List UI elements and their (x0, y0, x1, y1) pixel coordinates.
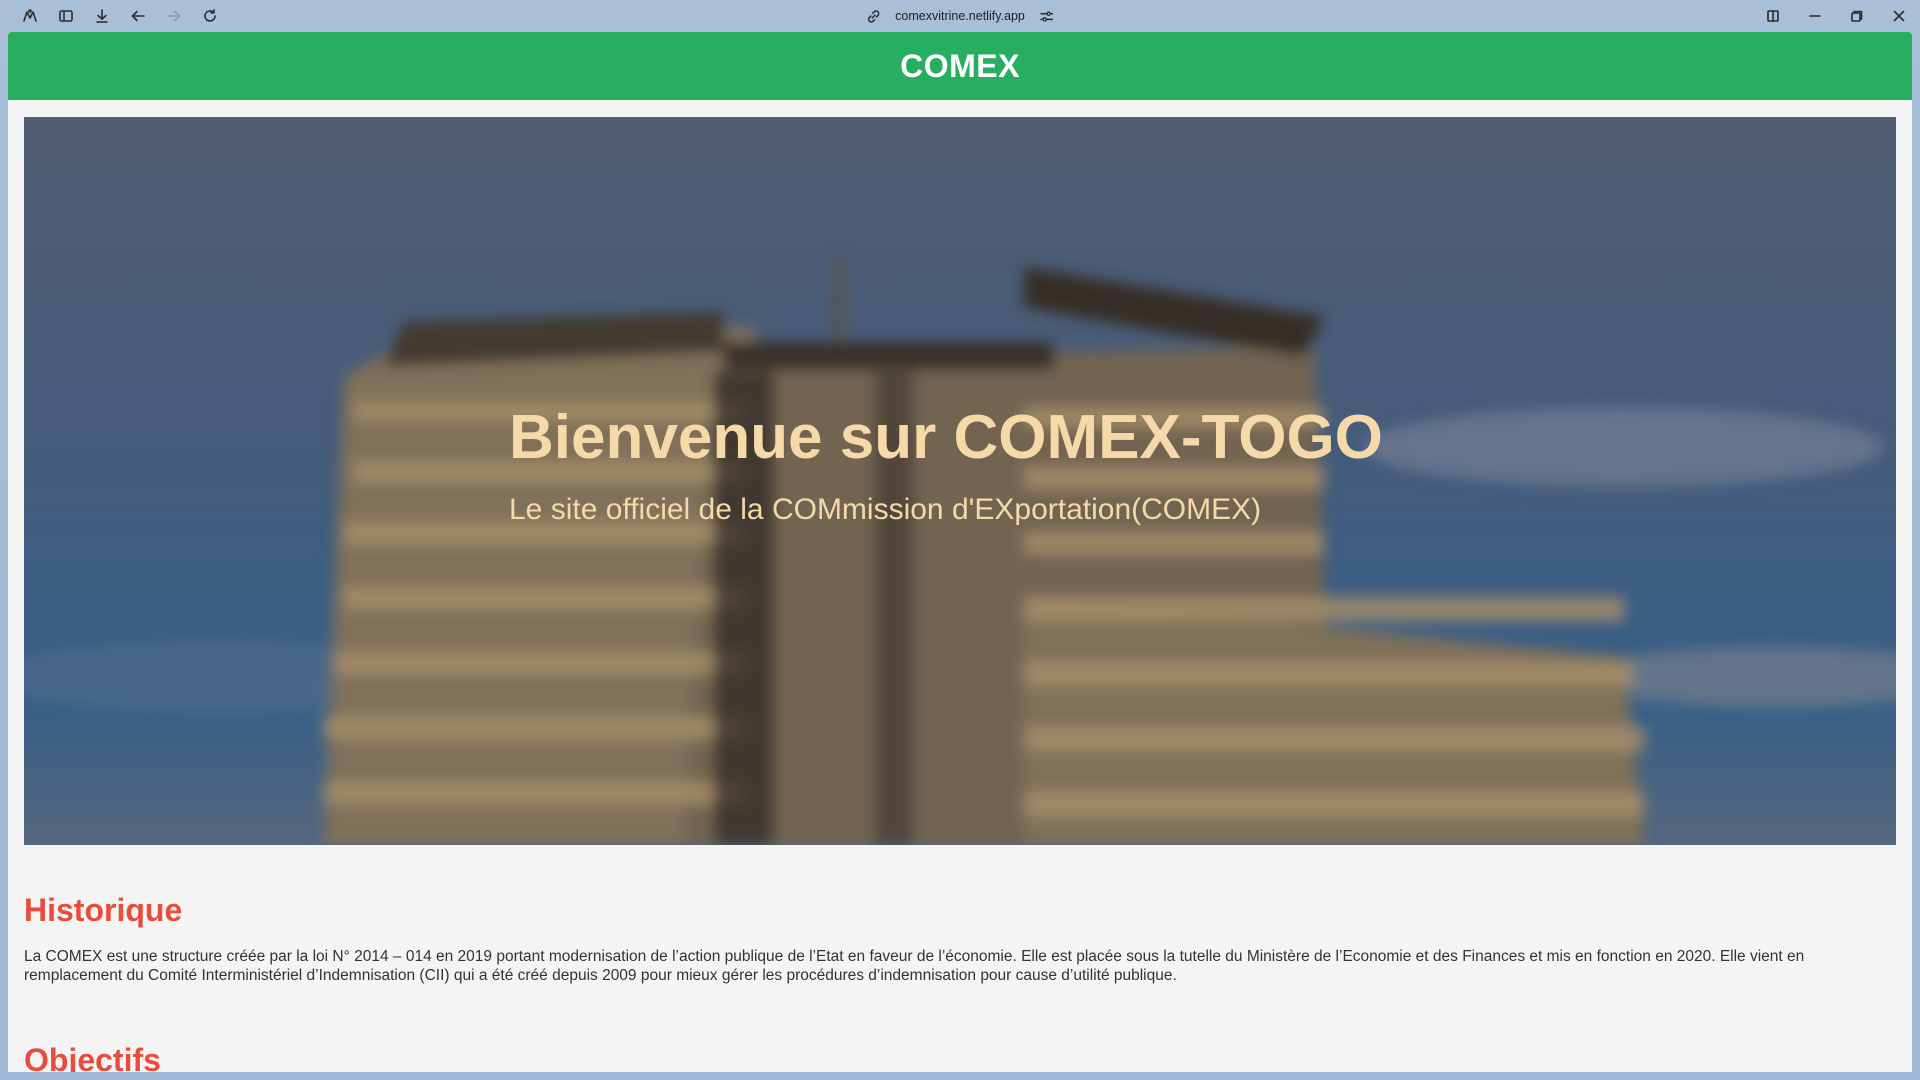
section-heading-objectifs: Objectifs (24, 1042, 161, 1072)
section-heading-historique: Historique (24, 892, 183, 928)
url-text[interactable]: comexvitrine.netlify.app (895, 9, 1025, 23)
historique-section: Historique La COMEX est une structure cr… (24, 892, 1896, 985)
workspaces-icon[interactable] (12, 0, 48, 32)
reload-icon[interactable] (192, 0, 228, 32)
back-arrow-icon[interactable] (120, 0, 156, 32)
hero-text-block: Bienvenue sur COMEX-TOGO Le site officie… (509, 407, 1383, 527)
close-icon[interactable] (1878, 0, 1920, 32)
sidebar-toggle-icon[interactable] (48, 0, 84, 32)
site-header: COMEX (8, 32, 1912, 100)
hero-subtitle: Le site officiel de la COMmission d'EXpo… (509, 493, 1262, 526)
page-viewport: COMEX Bienvenue sur COMEX-TOGO Le site o… (8, 32, 1912, 1072)
minimize-icon[interactable] (1794, 0, 1836, 32)
hero-banner: Bienvenue sur COMEX-TOGO Le site officie… (24, 117, 1896, 845)
site-settings-icon[interactable] (1039, 9, 1054, 24)
browser-toolbar: comexvitrine.netlify.app (0, 0, 1920, 32)
historique-text: La COMEX est une structure créée par la … (24, 948, 1805, 984)
forward-arrow-icon[interactable] (156, 0, 192, 32)
address-bar[interactable]: comexvitrine.netlify.app (866, 0, 1054, 32)
hero-title: Bienvenue sur COMEX-TOGO (509, 403, 1383, 472)
link-icon (867, 9, 880, 23)
split-view-icon[interactable] (1752, 0, 1794, 32)
objectifs-section: Objectifs (24, 1042, 1896, 1072)
download-icon[interactable] (84, 0, 120, 32)
restore-icon[interactable] (1836, 0, 1878, 32)
site-title: COMEX (900, 47, 1020, 84)
